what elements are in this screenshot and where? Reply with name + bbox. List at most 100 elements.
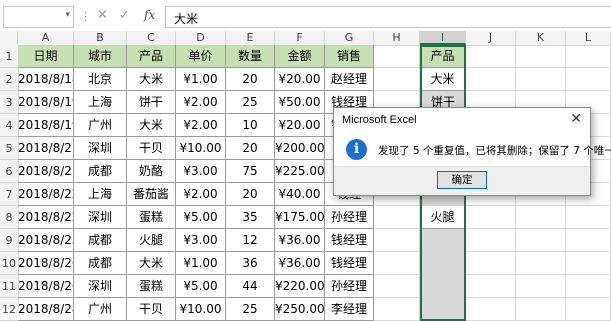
table-header-cell[interactable]: 城市 [74, 45, 127, 68]
empty-cell[interactable] [516, 275, 566, 298]
empty-cell[interactable] [466, 206, 516, 229]
table-cell[interactable]: ¥175.00 [275, 206, 325, 229]
empty-cell[interactable] [466, 252, 516, 275]
empty-cell[interactable] [516, 45, 566, 68]
empty-cell[interactable] [466, 45, 516, 68]
table-cell[interactable]: 上海 [74, 183, 127, 206]
cancel-icon[interactable]: ✕ [97, 8, 108, 23]
table-cell[interactable]: ¥36.00 [275, 252, 325, 275]
table-cell[interactable]: 12 [226, 229, 275, 252]
selected-cell[interactable] [420, 298, 466, 321]
table-cell[interactable]: 2018/8/28 [18, 298, 74, 321]
empty-cell[interactable] [466, 68, 516, 91]
empty-cell[interactable] [374, 45, 420, 68]
table-cell[interactable]: 大米 [127, 252, 176, 275]
table-cell[interactable]: 饼干 [127, 91, 176, 114]
table-cell[interactable]: 深圳 [74, 275, 127, 298]
empty-cell[interactable] [516, 298, 566, 321]
column-header-a[interactable]: A [18, 31, 74, 45]
chevron-down-icon[interactable]: ▾ [65, 10, 70, 20]
table-cell[interactable]: 干贝 [127, 298, 176, 321]
column-header-c[interactable]: C [127, 31, 176, 45]
column-header-h[interactable]: H [374, 31, 420, 45]
table-cell[interactable]: 番茄酱 [127, 183, 176, 206]
empty-cell[interactable] [374, 252, 420, 275]
selected-cell[interactable] [420, 229, 466, 252]
empty-cell[interactable] [516, 252, 566, 275]
table-cell[interactable]: ¥5.00 [176, 275, 226, 298]
table-cell[interactable]: ¥5.00 [176, 206, 226, 229]
empty-cell[interactable] [566, 45, 611, 68]
row-header[interactable]: 12 [0, 298, 18, 321]
table-cell[interactable]: 孙经理 [325, 275, 374, 298]
table-cell[interactable]: ¥220.00 [275, 275, 325, 298]
table-cell[interactable]: 20 [226, 68, 275, 91]
table-cell[interactable]: 赵经理 [325, 68, 374, 91]
row-header[interactable]: 11 [0, 275, 18, 298]
empty-cell[interactable] [566, 275, 611, 298]
row-header[interactable]: 7 [0, 183, 18, 206]
empty-cell[interactable] [566, 252, 611, 275]
table-cell[interactable]: 2018/8/26 [18, 275, 74, 298]
table-cell[interactable]: 成都 [74, 252, 127, 275]
table-cell[interactable]: ¥250.00 [275, 298, 325, 321]
table-cell[interactable]: 10 [226, 114, 275, 137]
table-cell[interactable]: 奶酪 [127, 160, 176, 183]
table-cell[interactable]: 20 [226, 183, 275, 206]
table-cell[interactable]: 成都 [74, 229, 127, 252]
table-cell[interactable]: 广州 [74, 114, 127, 137]
table-cell[interactable]: ¥3.00 [176, 160, 226, 183]
table-cell[interactable]: 44 [226, 275, 275, 298]
table-cell[interactable]: ¥3.00 [176, 229, 226, 252]
table-cell[interactable]: 李经理 [325, 298, 374, 321]
empty-cell[interactable] [374, 206, 420, 229]
table-cell[interactable]: 2018/8/26 [18, 252, 74, 275]
table-cell[interactable]: 2018/8/21 [18, 137, 74, 160]
column-header-j[interactable]: J [466, 31, 516, 45]
table-cell[interactable]: 35 [226, 206, 275, 229]
name-box[interactable]: ▾ [3, 6, 74, 28]
table-cell[interactable]: ¥20.00 [275, 114, 325, 137]
row-header[interactable]: 8 [0, 206, 18, 229]
table-cell[interactable]: ¥2.00 [176, 91, 226, 114]
table-cell[interactable]: ¥50.00 [275, 91, 325, 114]
empty-cell[interactable] [374, 298, 420, 321]
empty-cell[interactable] [566, 68, 611, 91]
table-cell[interactable]: 2018/8/18 [18, 68, 74, 91]
table-cell[interactable]: 2018/8/22 [18, 206, 74, 229]
unique-value-cell[interactable]: 火腿 [420, 206, 466, 229]
table-cell[interactable]: ¥2.00 [176, 183, 226, 206]
empty-cell[interactable] [374, 229, 420, 252]
table-cell[interactable]: ¥40.00 [275, 183, 325, 206]
table-cell[interactable]: 2018/8/25 [18, 229, 74, 252]
table-cell[interactable]: 北京 [74, 68, 127, 91]
table-cell[interactable]: 2018/8/19 [18, 114, 74, 137]
table-cell[interactable]: 大米 [127, 68, 176, 91]
table-cell[interactable]: 火腿 [127, 229, 176, 252]
table-cell[interactable]: 大米 [127, 114, 176, 137]
table-cell[interactable]: 干贝 [127, 137, 176, 160]
table-cell[interactable]: 2018/8/19 [18, 91, 74, 114]
empty-cell[interactable] [566, 206, 611, 229]
empty-cell[interactable] [566, 298, 611, 321]
table-cell[interactable]: ¥36.00 [275, 229, 325, 252]
select-all-corner[interactable] [0, 31, 18, 45]
empty-cell[interactable] [516, 229, 566, 252]
table-header-cell[interactable]: 金额 [275, 45, 325, 68]
formula-input[interactable]: 大米 [165, 6, 611, 28]
table-cell[interactable]: 蛋糕 [127, 206, 176, 229]
table-cell[interactable]: 2018/8/22 [18, 183, 74, 206]
table-cell[interactable]: 25 [226, 91, 275, 114]
table-cell[interactable]: 广州 [74, 298, 127, 321]
column-header-d[interactable]: D [176, 31, 226, 45]
table-cell[interactable]: 成都 [74, 160, 127, 183]
table-cell[interactable]: 上海 [74, 91, 127, 114]
empty-cell[interactable] [466, 275, 516, 298]
empty-cell[interactable] [374, 275, 420, 298]
column-header-l[interactable]: L [566, 31, 611, 45]
table-header-cell[interactable]: 数量 [226, 45, 275, 68]
table-cell[interactable]: 深圳 [74, 137, 127, 160]
table-cell[interactable]: 36 [226, 252, 275, 275]
selected-cell[interactable] [420, 252, 466, 275]
table-cell[interactable]: ¥10.00 [176, 137, 226, 160]
